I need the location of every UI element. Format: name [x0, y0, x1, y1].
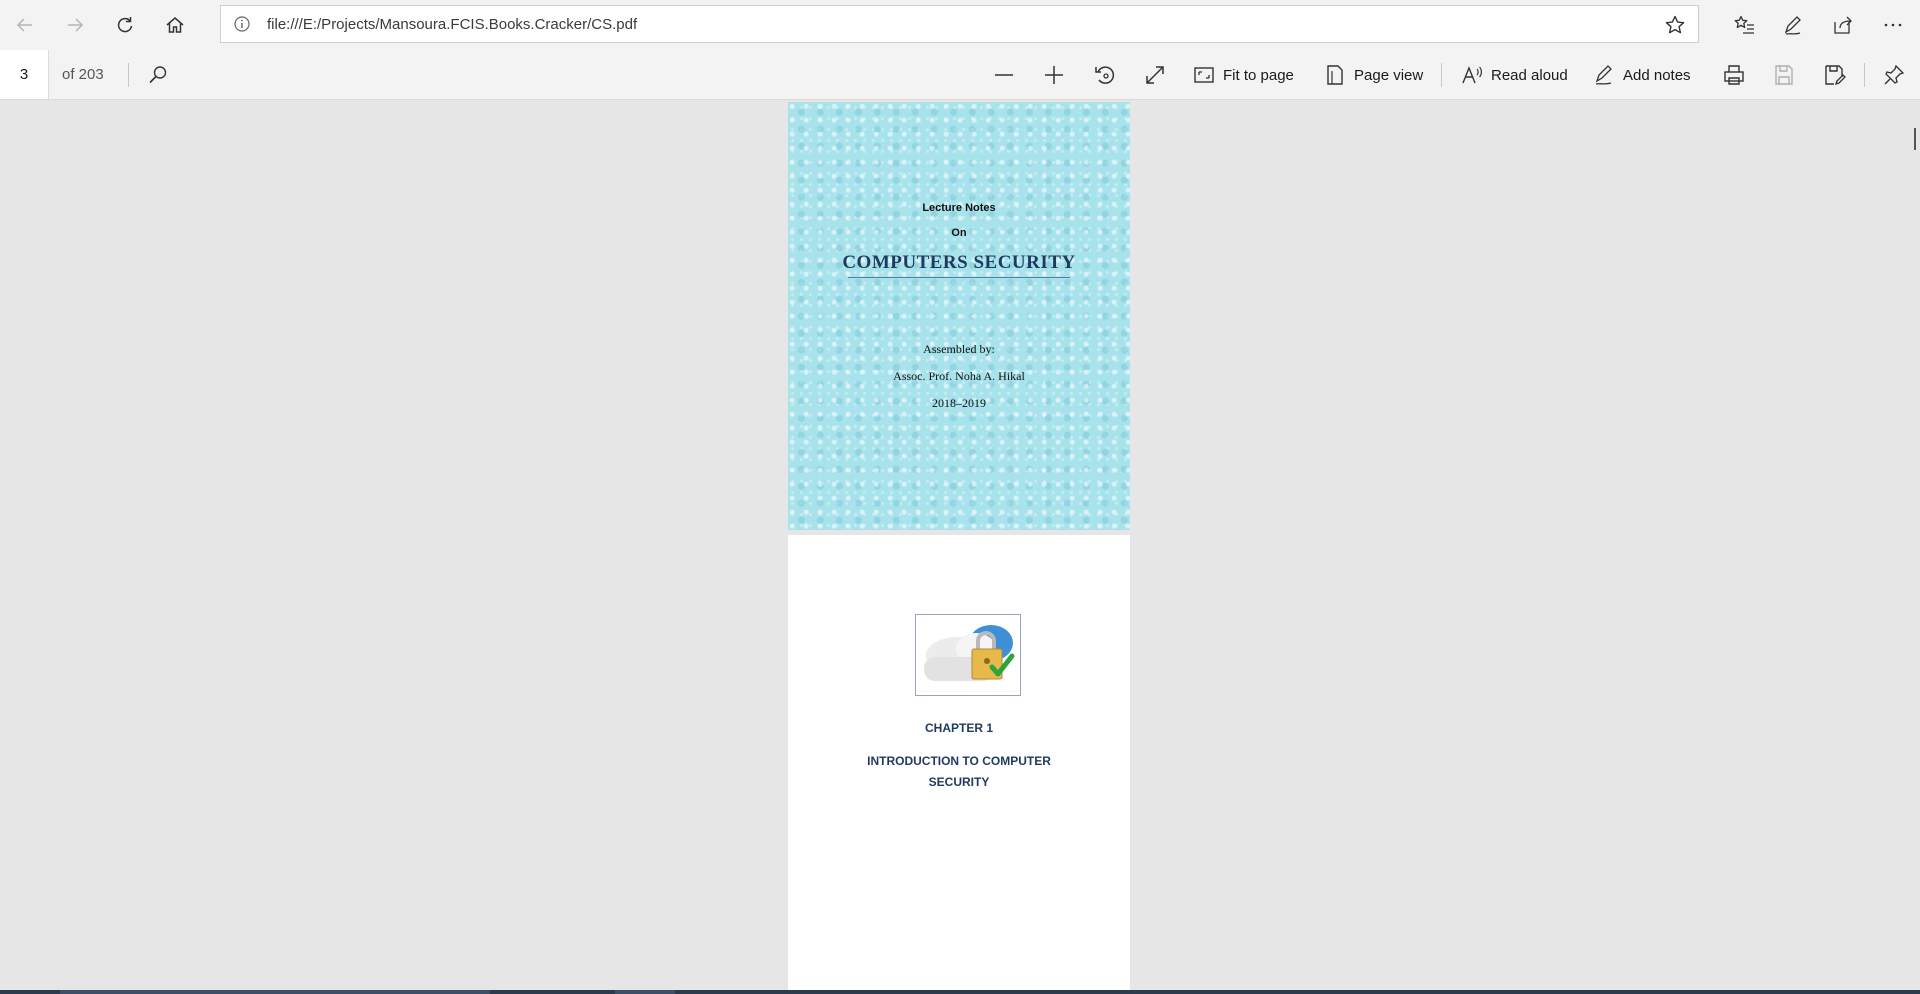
save-icon — [1772, 63, 1796, 87]
pdf-viewport[interactable]: Lecture Notes On COMPUTERS SECURITY Asse… — [0, 100, 1920, 994]
chapter-number: CHAPTER 1 — [924, 721, 993, 735]
taskbar-segment — [60, 990, 490, 994]
pin-toolbar-button[interactable] — [1882, 60, 1906, 90]
search-icon — [147, 64, 169, 86]
search-button[interactable] — [147, 60, 169, 90]
url-text[interactable]: file:///E:/Projects/Mansoura.FCIS.Books.… — [267, 16, 637, 33]
home-button[interactable] — [160, 10, 190, 40]
web-note-button[interactable] — [1778, 10, 1808, 40]
forward-button[interactable] — [60, 10, 90, 40]
save-button[interactable] — [1772, 60, 1796, 90]
cloud-lock-check-icon — [916, 615, 1020, 695]
chapter-title-line2: SECURITY — [928, 775, 990, 789]
cover-years: 2018–2019 — [932, 396, 986, 410]
save-as-button[interactable] — [1822, 60, 1846, 90]
page-number-input[interactable]: 3 — [0, 50, 49, 99]
printer-icon — [1722, 63, 1746, 87]
share-button[interactable] — [1828, 10, 1858, 40]
minus-icon — [992, 63, 1016, 87]
expand-icon — [1143, 63, 1167, 87]
home-icon — [165, 15, 185, 35]
chapter-image — [915, 614, 1021, 696]
browser-address-row: file:///E:/Projects/Mansoura.FCIS.Books.… — [0, 0, 1920, 50]
read-aloud-label: Read aloud — [1491, 66, 1568, 84]
plus-icon — [1042, 63, 1066, 87]
cover-title-underline — [848, 277, 1070, 278]
pin-icon — [1882, 63, 1906, 87]
chapter-title-line1: INTRODUCTION TO COMPUTER — [867, 754, 1051, 768]
page-total-label: of 203 — [62, 66, 104, 83]
star-icon[interactable] — [1664, 14, 1686, 36]
more-icon — [1882, 14, 1904, 36]
page-view-label: Page view — [1354, 66, 1424, 84]
back-button[interactable] — [10, 10, 40, 40]
back-arrow-icon — [15, 15, 35, 35]
full-screen-button[interactable] — [1143, 60, 1167, 90]
read-aloud-button[interactable]: Read aloud — [1461, 60, 1568, 90]
pen-icon — [1593, 64, 1615, 86]
refresh-icon — [115, 15, 135, 35]
cover-line-lecture-notes: Lecture Notes — [922, 202, 996, 214]
scrollbar-thumb[interactable] — [1914, 128, 1916, 150]
refresh-button[interactable] — [110, 10, 140, 40]
toolbar-divider — [128, 63, 129, 87]
pdf-toolbar: 3 of 203 Fit to page Page view Read alou… — [0, 50, 1920, 100]
toolbar-divider — [1441, 63, 1442, 87]
print-button[interactable] — [1722, 60, 1746, 90]
save-as-icon — [1822, 63, 1846, 87]
cover-line-on: On — [951, 227, 967, 239]
zoom-in-button[interactable] — [1042, 60, 1066, 90]
rotate-icon — [1093, 63, 1117, 87]
more-button[interactable] — [1878, 10, 1908, 40]
favorites-list-icon — [1734, 14, 1756, 36]
info-icon[interactable] — [233, 15, 251, 33]
rotate-button[interactable] — [1093, 60, 1117, 90]
taskbar-segment — [615, 990, 675, 994]
address-bar[interactable]: file:///E:/Projects/Mansoura.FCIS.Books.… — [220, 5, 1699, 43]
page-view-icon — [1324, 64, 1346, 86]
add-notes-button[interactable]: Add notes — [1593, 60, 1691, 90]
pdf-page-cover: Lecture Notes On COMPUTERS SECURITY Asse… — [788, 102, 1130, 530]
fit-to-page-label: Fit to page — [1223, 66, 1294, 84]
cover-title: COMPUTERS SECURITY — [842, 252, 1076, 273]
fit-to-page-button[interactable]: Fit to page — [1193, 60, 1294, 90]
taskbar-edge — [0, 990, 1920, 994]
forward-arrow-icon — [65, 15, 85, 35]
toolbar-divider — [1864, 63, 1865, 87]
share-icon — [1832, 14, 1854, 36]
pen-icon — [1782, 14, 1804, 36]
zoom-out-button[interactable] — [992, 60, 1016, 90]
cover-author: Assoc. Prof. Noha A. Hikal — [893, 369, 1025, 383]
read-aloud-icon — [1461, 64, 1483, 86]
favorites-hub-button[interactable] — [1730, 10, 1760, 40]
add-notes-label: Add notes — [1623, 66, 1691, 84]
fit-to-page-icon — [1193, 64, 1215, 86]
page-view-button[interactable]: Page view — [1324, 60, 1423, 90]
pdf-page-chapter: CHAPTER 1 INTRODUCTION TO COMPUTER SECUR… — [788, 535, 1130, 994]
cover-assembled-by: Assembled by: — [923, 342, 995, 356]
